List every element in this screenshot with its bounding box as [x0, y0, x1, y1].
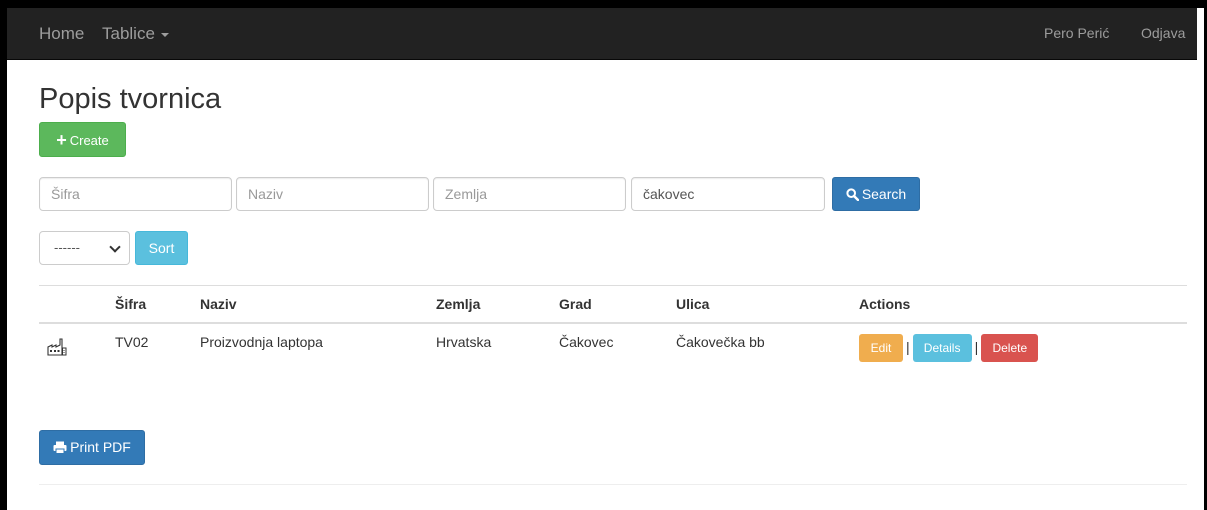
- frame-border-left: [0, 0, 7, 510]
- row-icon-cell: [39, 322, 115, 380]
- nav-logout-link[interactable]: Odjava: [1141, 8, 1185, 59]
- naziv-search-input[interactable]: [236, 177, 429, 211]
- chevron-down-icon: [109, 241, 121, 253]
- sort-select[interactable]: ------: [39, 231, 130, 265]
- cell-grad: Čakovec: [559, 322, 676, 380]
- grad-search-input[interactable]: [631, 177, 825, 211]
- factory-icon: [47, 338, 67, 356]
- cell-actions: Edit | Details | Delete: [859, 322, 1187, 380]
- delete-button[interactable]: Delete: [981, 334, 1039, 362]
- page-title: Popis tvornica: [39, 83, 222, 115]
- header-sifra: Šifra: [115, 285, 200, 324]
- header-naziv: Naziv: [200, 285, 436, 324]
- footer-divider: [39, 484, 1187, 485]
- header-zemlja: Zemlja: [436, 285, 559, 324]
- print-icon: [53, 441, 67, 454]
- create-button[interactable]: + Create: [39, 122, 126, 157]
- header-actions: Actions: [859, 285, 1187, 324]
- print-pdf-label: Print PDF: [70, 439, 131, 455]
- header-icon-col: [39, 285, 115, 324]
- sort-select-value: ------: [54, 240, 80, 255]
- top-navbar: Home Tablice Pero Perić Odjava: [7, 8, 1197, 60]
- cell-zemlja: Hrvatska: [436, 322, 559, 380]
- nav-user-link[interactable]: Pero Perić: [1044, 8, 1109, 59]
- cell-naziv: Proizvodnja laptopa: [200, 322, 436, 380]
- header-ulica: Ulica: [676, 285, 859, 324]
- search-icon: [846, 188, 860, 202]
- print-pdf-button[interactable]: Print PDF: [39, 430, 145, 465]
- table-row: TV02 Proizvodnja laptopa Hrvatska Čakove…: [39, 322, 1187, 380]
- edit-button[interactable]: Edit: [859, 334, 903, 362]
- factories-table: Šifra Naziv Zemlja Grad Ulica Actions TV…: [39, 285, 1187, 380]
- caret-down-icon: [160, 32, 169, 37]
- create-button-label: Create: [69, 133, 109, 148]
- nav-tablice-label: Tablice: [102, 24, 155, 43]
- cell-sifra: TV02: [115, 322, 200, 380]
- cell-ulica: Čakovečka bb: [676, 322, 859, 380]
- table-header-row: Šifra Naziv Zemlja Grad Ulica Actions: [39, 285, 1187, 324]
- zemlja-search-input[interactable]: [433, 177, 626, 211]
- frame-border-top: [0, 0, 1207, 8]
- header-grad: Grad: [559, 285, 676, 324]
- plus-icon: +: [56, 130, 67, 150]
- nav-tablice-dropdown[interactable]: Tablice: [102, 8, 169, 59]
- action-separator: |: [974, 339, 979, 355]
- search-button[interactable]: Search: [832, 177, 920, 211]
- sifra-search-input[interactable]: [39, 177, 232, 211]
- action-separator: |: [906, 339, 910, 355]
- sort-button[interactable]: Sort: [135, 231, 188, 265]
- search-button-label: Search: [861, 186, 907, 202]
- window-frame: Home Tablice Pero Perić Odjava Popis tvo…: [0, 0, 1207, 510]
- nav-home-link[interactable]: Home: [39, 8, 84, 59]
- details-button[interactable]: Details: [912, 334, 972, 362]
